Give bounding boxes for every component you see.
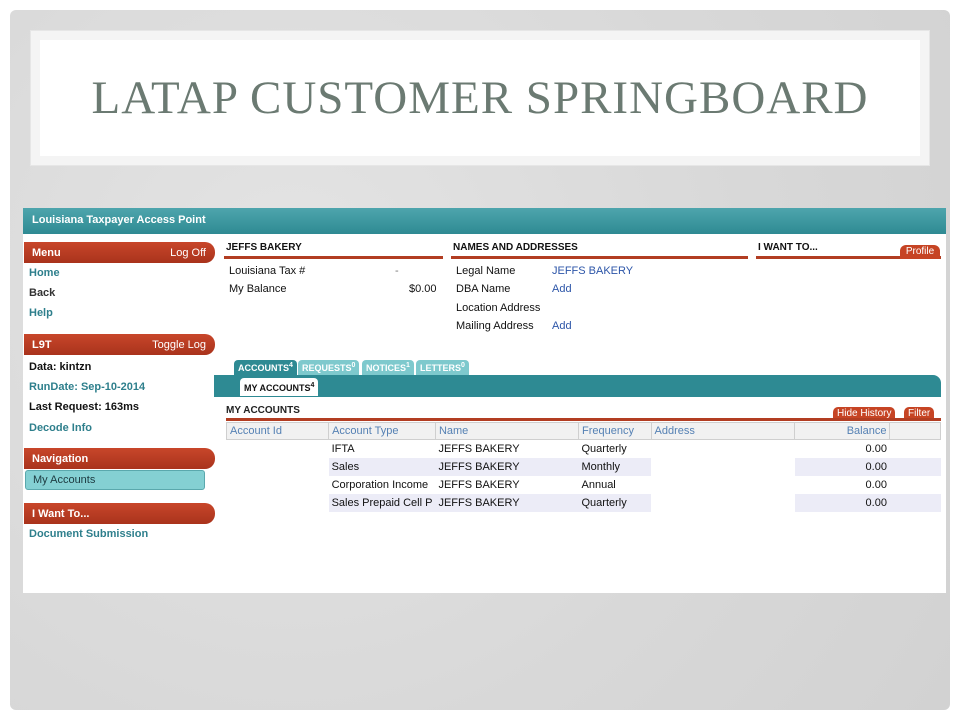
rundate-text: RunDate: Sep-10-2014: [29, 381, 146, 393]
sidebar-link-home[interactable]: Home: [29, 267, 60, 279]
table-row[interactable]: Sales Prepaid Cell P JEFFS BAKERY Quarte…: [227, 493, 941, 512]
cell-spacer: [890, 476, 941, 494]
my-accounts-title: MY ACCOUNTS: [226, 405, 300, 416]
cell-frequency: Quarterly: [578, 493, 652, 512]
legal-name-label: Legal Name: [456, 265, 516, 277]
cell-name: JEFFS BAKERY: [438, 442, 520, 455]
col-account-id[interactable]: Account Id: [225, 422, 330, 440]
table-row[interactable]: Sales JEFFS BAKERY Monthly 0.00: [227, 457, 941, 476]
taxpayer-header: JEFFS BAKERY: [224, 242, 443, 259]
cell-account-id: [227, 494, 329, 512]
cell-balance: 0.00: [865, 478, 887, 491]
lst-panel-header: L9T Toggle Log: [24, 334, 215, 355]
cell-account-type: Corporation Income: [331, 478, 429, 491]
tab-label: LETTERS: [420, 363, 462, 373]
location-address-label: Location Address: [456, 302, 541, 314]
tab-strip: [214, 375, 941, 397]
cell-address: [651, 440, 795, 458]
subtab-label: MY ACCOUNTS: [244, 383, 311, 393]
tab-label: ACCOUNTS: [238, 363, 289, 373]
col-frequency[interactable]: Frequency: [578, 422, 652, 440]
cell-account-id: [227, 476, 329, 494]
lst-title: L9T: [32, 338, 52, 351]
toggle-log-link[interactable]: Toggle Log: [152, 339, 206, 351]
names-addresses-header: NAMES AND ADDRESSES: [451, 242, 748, 259]
legal-name-value[interactable]: JEFFS BAKERY: [552, 265, 633, 277]
app-screenshot: Louisiana Taxpayer Access Point Menu Log…: [23, 208, 946, 593]
menu-title: Menu: [32, 246, 61, 259]
cell-spacer: [889, 457, 941, 476]
cell-address: [651, 476, 795, 494]
table-row[interactable]: IFTA JEFFS BAKERY Quarterly 0.00: [227, 440, 941, 458]
tab-label: NOTICES: [366, 363, 407, 373]
decode-info-link[interactable]: Decode Info: [29, 422, 92, 434]
accounts-divider: [226, 418, 941, 421]
i-want-to-title: I Want To...: [32, 507, 90, 520]
tax-number-label: Louisiana Tax #: [229, 265, 306, 277]
last-request-text: Last Request: 163ms: [29, 401, 140, 413]
col-spacer: [889, 422, 941, 440]
tab-label: REQUESTS: [302, 363, 352, 373]
cell-balance: 0.00: [794, 457, 890, 476]
cell-spacer: [889, 493, 941, 512]
log-off-link[interactable]: Log Off: [170, 247, 206, 259]
tab-letters[interactable]: LETTERS0: [416, 360, 469, 375]
nav-item-my-accounts[interactable]: My Accounts: [25, 470, 205, 490]
cell-account-type: IFTA: [331, 442, 355, 455]
cell-address: [651, 458, 795, 476]
accounts-table: Account Id Account Type Name Frequency A…: [225, 422, 941, 512]
cell-frequency: Quarterly: [581, 442, 627, 455]
cell-name: JEFFS BAKERY: [435, 457, 579, 476]
cell-balance: 0.00: [794, 493, 890, 512]
subtab-count: 4: [310, 382, 315, 389]
tab-notices[interactable]: NOTICES1: [362, 360, 414, 375]
sidebar-link-help[interactable]: Help: [29, 307, 53, 319]
document-submission-link[interactable]: Document Submission: [29, 528, 148, 540]
navigation-title: Navigation: [32, 452, 89, 465]
cell-name: JEFFS BAKERY: [435, 493, 579, 512]
navigation-panel-header: Navigation: [24, 448, 215, 469]
title-box: LATAP CUSTOMER SPRINGBOARD: [40, 40, 920, 156]
tax-number-value: -: [395, 265, 399, 277]
tab-count: 0: [461, 362, 465, 369]
app-title-bar: Louisiana Taxpayer Access Point: [23, 208, 946, 234]
dba-name-label: DBA Name: [456, 283, 511, 295]
menu-panel-header: Menu Log Off: [24, 242, 215, 263]
balance-label: My Balance: [229, 283, 287, 295]
cell-name: JEFFS BAKERY: [438, 478, 520, 491]
slide-title: LATAP CUSTOMER SPRINGBOARD: [91, 72, 869, 124]
mailing-add-link[interactable]: Add: [552, 320, 572, 332]
tab-count: 4: [289, 362, 293, 369]
cell-address: [651, 494, 795, 512]
tab-requests[interactable]: REQUESTS0: [298, 360, 360, 375]
cell-account-id: [227, 440, 329, 458]
cell-account-type: Sales Prepaid Cell P: [328, 493, 436, 512]
i-want-to-panel-header: I Want To...: [24, 503, 215, 524]
sidebar-link-back[interactable]: Back: [29, 287, 55, 299]
cell-spacer: [890, 440, 941, 458]
table-row[interactable]: Corporation Income JEFFS BAKERY Annual 0…: [227, 476, 941, 494]
balance-value: $0.00: [409, 283, 437, 295]
cell-balance: 0.00: [865, 442, 887, 455]
cell-account-id: [227, 458, 329, 476]
profile-button[interactable]: Profile: [900, 245, 940, 259]
tab-accounts[interactable]: ACCOUNTS4: [234, 360, 297, 375]
table-header-row: Account Id Account Type Name Frequency A…: [225, 422, 941, 440]
cell-frequency: Monthly: [578, 457, 652, 476]
data-label: Data: kintzn: [29, 361, 92, 373]
cell-frequency: Annual: [581, 478, 616, 491]
col-balance[interactable]: Balance: [794, 422, 891, 440]
subtab-my-accounts[interactable]: MY ACCOUNTS4: [240, 378, 319, 396]
tab-count: 1: [406, 362, 410, 369]
col-address[interactable]: Address: [650, 422, 796, 440]
cell-account-type: Sales: [328, 457, 436, 476]
dba-add-link[interactable]: Add: [552, 283, 572, 295]
col-name[interactable]: Name: [434, 422, 580, 440]
mailing-address-label: Mailing Address: [456, 320, 534, 332]
tab-count: 0: [351, 362, 356, 369]
col-account-type[interactable]: Account Type: [328, 422, 436, 440]
